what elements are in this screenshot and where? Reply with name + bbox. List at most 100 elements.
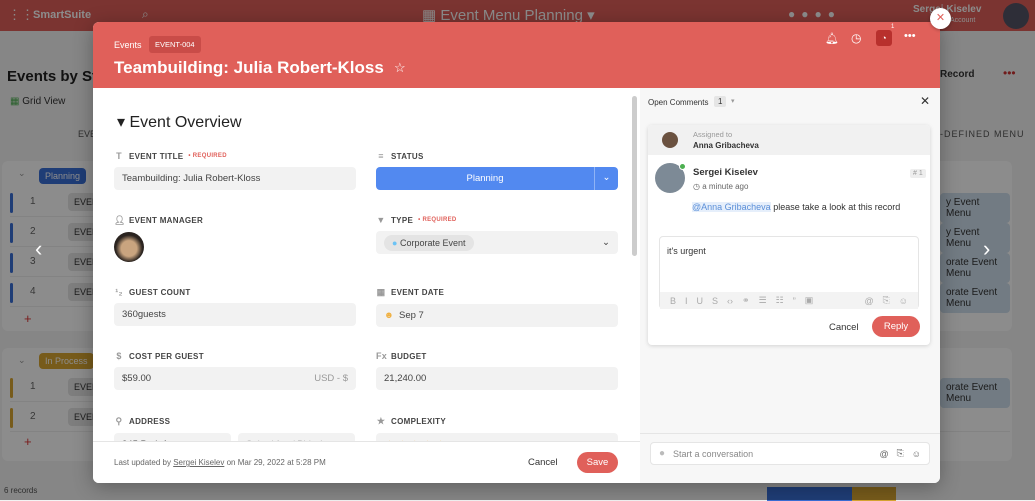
- comments-filter[interactable]: Open Comments: [648, 98, 708, 107]
- modal-header: Events EVENT-004 Teambuilding: Julia Rob…: [93, 22, 940, 88]
- type-select[interactable]: ● Corporate Event ⌄: [376, 231, 618, 254]
- field-cost-per-guest: $ COST PER GUEST $59.00 USD - $: [114, 351, 356, 390]
- strike-icon[interactable]: S: [712, 296, 718, 306]
- mention-icon[interactable]: @: [864, 296, 873, 306]
- code-icon[interactable]: ‹›: [727, 296, 733, 306]
- required-mark: • REQUIRED: [418, 217, 457, 223]
- event-date-input[interactable]: ☻ Sep 7: [376, 304, 618, 327]
- clock-icon[interactable]: ◷: [851, 31, 861, 45]
- reply-button[interactable]: Reply: [872, 316, 920, 337]
- reply-editor[interactable]: it's urgent B I U S ‹› ⚭ ☰ ☷ ” ▣ @ ⎘ ☺: [659, 236, 919, 309]
- field-event-manager: 👤︎ EVENT MANAGER: [114, 215, 356, 262]
- formatting-toolbar: B I U S ‹› ⚭ ☰ ☷ ” ▣ @ ⎘ ☺: [660, 292, 918, 309]
- comments-icon[interactable]: ◔: [876, 30, 892, 46]
- cancel-button[interactable]: Cancel: [528, 457, 558, 468]
- section-header[interactable]: ▾ Event Overview: [117, 112, 242, 132]
- person-icon: 👤︎: [114, 215, 126, 225]
- budget-value: 21,240.00: [376, 367, 618, 390]
- guest-count-input[interactable]: 360guests: [114, 303, 356, 326]
- field-event-title: T EVENT TITLE • REQUIRED Teambuilding: Jul…: [114, 151, 356, 190]
- field-label: COMPLEXITY: [391, 417, 447, 426]
- placeholder: Start a conversation: [673, 448, 754, 459]
- field-label: ADDRESS: [129, 417, 171, 426]
- manager-avatar[interactable]: [114, 232, 144, 262]
- record-modal: Events EVENT-004 Teambuilding: Julia Rob…: [93, 22, 940, 483]
- bullet-list-icon[interactable]: ☷: [776, 295, 784, 306]
- star-icon[interactable]: ☆: [394, 60, 406, 76]
- save-button[interactable]: Save: [577, 452, 618, 473]
- modal-footer: Last updated by Sergei Kiselev on Mar 29…: [93, 441, 640, 483]
- quote-icon[interactable]: ”: [793, 296, 796, 306]
- bold-icon[interactable]: B: [670, 296, 676, 306]
- last-updated: Last updated by Sergei Kiselev on Mar 29…: [114, 458, 326, 467]
- chevron-down-icon[interactable]: ⌄: [602, 237, 610, 248]
- bell-icon[interactable]: 🔔︎: [825, 32, 839, 45]
- cost-value: $59.00: [122, 373, 152, 384]
- date-value: Sep 7: [399, 310, 424, 321]
- emoji-icon[interactable]: ☺: [912, 449, 921, 459]
- more-icon[interactable]: •••: [904, 30, 916, 42]
- type-value: Corporate Event: [399, 237, 466, 248]
- online-indicator: [679, 163, 686, 170]
- field-label: EVENT DATE: [391, 288, 445, 297]
- field-label: EVENT MANAGER: [129, 216, 204, 225]
- event-title-input[interactable]: Teambuilding: Julia Robert-Kloss: [114, 167, 356, 190]
- comment-card: Assigned to Anna Gribacheva Sergei Kisel…: [648, 125, 930, 345]
- field-event-date: ▦ EVENT DATE ☻ Sep 7: [376, 287, 618, 327]
- comment-count: 1: [891, 24, 895, 30]
- attachment-icon[interactable]: ⎘: [897, 448, 904, 459]
- field-label: BUDGET: [391, 351, 427, 361]
- link-icon[interactable]: ⚭: [742, 295, 750, 306]
- emoji-icon[interactable]: ☺: [899, 296, 908, 306]
- field-guest-count: ¹₂ GUEST COUNT 360guests: [114, 287, 356, 326]
- author-link[interactable]: Sergei Kiselev: [173, 458, 224, 467]
- comments-count: 1: [714, 96, 727, 107]
- cost-input[interactable]: $59.00 USD - $: [114, 367, 356, 390]
- calendar-icon: ▦: [376, 287, 386, 297]
- chat-icon: ●: [659, 448, 666, 459]
- star-icon: ★: [376, 416, 386, 426]
- status-select[interactable]: Planning ⌄: [376, 167, 618, 190]
- chevron-down-icon[interactable]: ⌄: [594, 167, 618, 190]
- dropdown-icon: ▼: [376, 215, 386, 225]
- comment-number: # 1: [910, 169, 926, 178]
- record-title[interactable]: Teambuilding: Julia Robert-Kloss: [114, 58, 384, 78]
- record-form: ▾ Event Overview T EVENT TITLE • REQUIRED …: [93, 88, 632, 463]
- record-id-badge: EVENT-004: [149, 36, 201, 53]
- underline-icon[interactable]: U: [697, 296, 704, 306]
- field-label: TYPE: [391, 215, 414, 225]
- next-record-icon[interactable]: ›: [983, 236, 990, 262]
- ordered-list-icon[interactable]: ☰: [759, 295, 767, 306]
- embed-icon[interactable]: ▣: [805, 295, 814, 306]
- field-label: COST PER GUEST: [129, 351, 204, 361]
- assignment: Assigned to Anna Gribacheva: [648, 125, 930, 155]
- currency: USD - $: [314, 373, 348, 384]
- list-icon: ≡: [378, 151, 384, 161]
- assignee-name[interactable]: Anna Gribacheva: [693, 141, 759, 150]
- field-type: ▼ TYPE • REQUIRED ● Corporate Event ⌄: [376, 215, 618, 254]
- mention[interactable]: @Anna Gribacheva: [692, 202, 771, 212]
- assigned-label: Assigned to: [693, 130, 733, 139]
- italic-icon[interactable]: I: [685, 296, 688, 306]
- prev-record-icon[interactable]: ‹: [35, 236, 42, 262]
- field-label: EVENT TITLE: [129, 151, 184, 161]
- scrollbar[interactable]: [632, 96, 637, 256]
- close-icon[interactable]: ✕: [920, 94, 930, 108]
- chevron-down-icon[interactable]: ▾: [731, 97, 735, 105]
- required-mark: • REQUIRED: [188, 153, 227, 159]
- number-icon: ¹₂: [115, 287, 123, 297]
- smiley-icon: ☻: [384, 310, 394, 321]
- mention-icon[interactable]: @: [879, 449, 888, 459]
- field-label: GUEST COUNT: [129, 287, 191, 297]
- reply-text: it's urgent: [667, 246, 706, 256]
- breadcrumb[interactable]: Events: [114, 40, 142, 50]
- formula-icon: Fx: [376, 351, 388, 361]
- attachment-icon[interactable]: ⎘: [883, 295, 890, 306]
- reply-cancel-button[interactable]: Cancel: [829, 322, 859, 333]
- color-dot-icon: ●: [392, 237, 398, 248]
- start-conversation-input[interactable]: ● Start a conversation @ ⎘ ☺: [650, 442, 930, 465]
- close-modal-icon[interactable]: ✕: [930, 8, 951, 29]
- comment-time: ◷ a minute ago: [693, 182, 749, 191]
- status-value: Planning: [466, 173, 504, 184]
- comments-panel: Open Comments 1 ▾ ✕ Assigned to Anna Gri…: [640, 88, 940, 483]
